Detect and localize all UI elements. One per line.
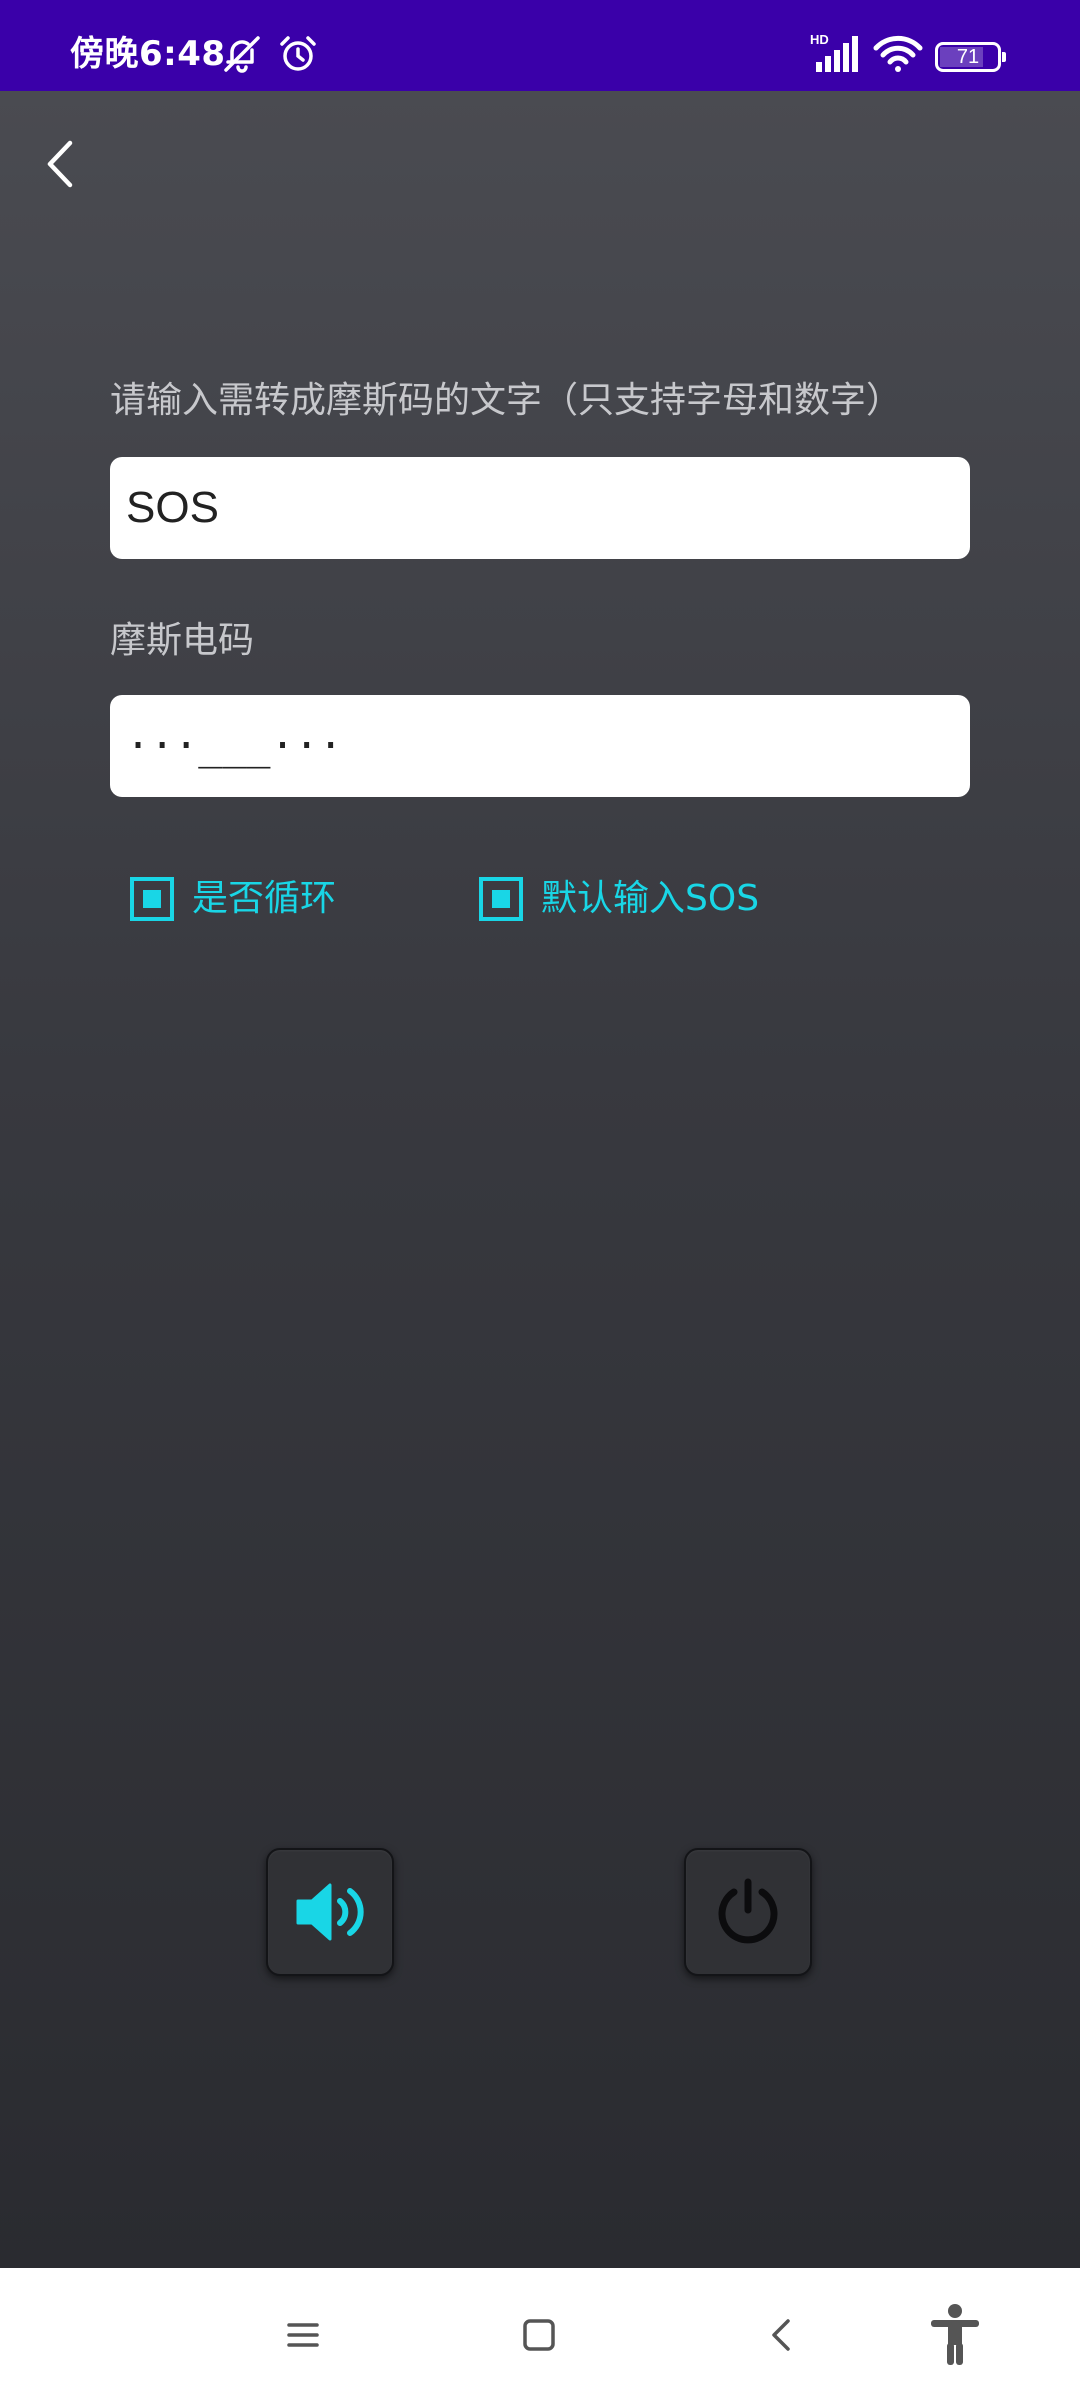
menu-icon	[287, 2323, 319, 2347]
default-sos-checkbox-box[interactable]	[479, 877, 523, 921]
default-sos-checkbox-label: 默认输入SOS	[541, 878, 760, 919]
loop-checkbox-box[interactable]	[130, 877, 174, 921]
power-button[interactable]	[684, 1848, 812, 1976]
network-label: HD	[810, 32, 829, 47]
power-icon	[718, 1878, 778, 1944]
signal-icon: HD	[808, 30, 864, 80]
chevron-left-icon	[47, 140, 73, 188]
back-button[interactable]	[36, 129, 86, 199]
speaker-icon	[296, 1883, 364, 1941]
loop-checkbox-label: 是否循环	[192, 878, 337, 919]
home-icon	[523, 2319, 555, 2351]
main-content: 请输入需转成摩斯码的文字（只支持字母和数字） SOS 摩斯电码 ···___··…	[0, 91, 1080, 2268]
morse-code-label: 摩斯电码	[110, 620, 255, 661]
menu-button[interactable]	[268, 2300, 338, 2370]
battery-level: 71	[956, 46, 980, 68]
status-bar: 傍晚6:48 HD 71	[0, 0, 1080, 91]
morse-code-field[interactable]: ···___···	[110, 695, 970, 797]
back-icon	[772, 2319, 790, 2351]
status-time: 傍晚6:48	[70, 34, 226, 74]
navigation-bar	[0, 2268, 1080, 2400]
text-input-label: 请输入需转成摩斯码的文字（只支持字母和数字）	[110, 380, 903, 421]
bell-off-icon	[220, 32, 264, 80]
text-input-field[interactable]: SOS	[110, 457, 970, 559]
home-button[interactable]	[504, 2300, 574, 2370]
alarm-icon	[276, 32, 320, 80]
battery-icon: 71	[935, 42, 1006, 72]
sound-button[interactable]	[266, 1848, 394, 1976]
nav-back-button[interactable]	[746, 2300, 816, 2370]
accessibility-button[interactable]	[920, 2300, 990, 2370]
loop-checkbox[interactable]: 是否循环	[130, 873, 336, 925]
accessibility-icon	[931, 2304, 979, 2365]
default-sos-checkbox[interactable]: 默认输入SOS	[479, 873, 759, 925]
wifi-icon	[872, 32, 924, 80]
